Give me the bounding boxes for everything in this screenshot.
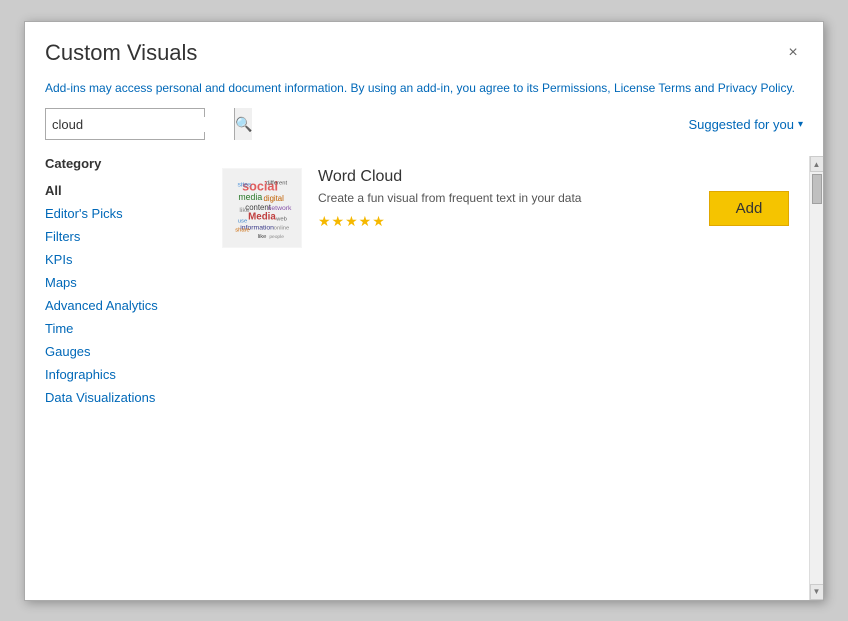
close-button[interactable]: × — [783, 43, 803, 63]
scroll-up-button[interactable]: ▲ — [810, 156, 824, 172]
svg-text:like: like — [258, 235, 267, 241]
scrollbar: ▲ ▼ — [809, 156, 823, 599]
sidebar-item-advanced-analytics[interactable]: Advanced Analytics — [45, 294, 198, 317]
sidebar-item-gauges[interactable]: Gauges — [45, 340, 198, 363]
suggested-for-you-button[interactable]: Suggested for you ▾ — [688, 117, 803, 132]
sidebar-item-time[interactable]: Time — [45, 317, 198, 340]
search-box: 🔍 — [45, 108, 205, 140]
suggested-label: Suggested for you — [688, 117, 794, 132]
svg-text:sites: sites — [237, 182, 252, 189]
svg-text:people: people — [269, 235, 284, 241]
sidebar-item-data-visualizations[interactable]: Data Visualizations — [45, 386, 198, 409]
sidebar: Category All Editor's Picks Filters KPIs… — [45, 156, 210, 599]
sidebar-item-filters[interactable]: Filters — [45, 225, 198, 248]
title-bar: Custom Visuals × — [25, 22, 823, 74]
svg-text:online: online — [274, 226, 290, 232]
results-area: social sites different media digital con… — [210, 156, 809, 599]
star-rating: ★★★★★ — [318, 213, 693, 230]
search-input[interactable] — [46, 117, 234, 132]
custom-visuals-dialog: Custom Visuals × Add-ins may access pers… — [24, 21, 824, 601]
chevron-down-icon: ▾ — [798, 119, 803, 130]
info-bar: Add-ins may access personal and document… — [25, 74, 823, 109]
add-button[interactable]: Add — [709, 191, 789, 226]
svg-text:digital: digital — [264, 194, 285, 203]
category-label: Category — [45, 156, 198, 171]
sidebar-item-maps[interactable]: Maps — [45, 271, 198, 294]
main-content: Category All Editor's Picks Filters KPIs… — [25, 156, 809, 599]
visual-name: Word Cloud — [318, 168, 693, 186]
scroll-down-button[interactable]: ▼ — [810, 584, 824, 600]
table-row: social sites different media digital con… — [210, 156, 805, 260]
dialog-title: Custom Visuals — [45, 40, 197, 66]
scrollbar-thumb[interactable] — [812, 174, 822, 204]
search-button[interactable]: 🔍 — [234, 108, 252, 140]
sidebar-item-infographics[interactable]: Infographics — [45, 363, 198, 386]
info-text: Add-ins may access personal and document… — [45, 81, 795, 95]
svg-text:different: different — [266, 181, 287, 187]
sidebar-item-editors-picks[interactable]: Editor's Picks — [45, 202, 198, 225]
word-cloud-image: social sites different media digital con… — [223, 169, 301, 247]
content-area: Category All Editor's Picks Filters KPIs… — [25, 156, 823, 599]
search-filter-row: 🔍 Suggested for you ▾ — [25, 108, 823, 156]
svg-text:web: web — [275, 217, 287, 223]
svg-text:media: media — [238, 192, 262, 202]
svg-text:share: share — [235, 228, 250, 234]
visual-description: Create a fun visual from frequent text i… — [318, 190, 693, 207]
sidebar-item-kpis[interactable]: KPIs — [45, 248, 198, 271]
svg-text:Media: Media — [248, 212, 276, 223]
visual-info: Word Cloud Create a fun visual from freq… — [318, 168, 693, 230]
visual-thumbnail: social sites different media digital con… — [222, 168, 302, 248]
sidebar-item-all[interactable]: All — [45, 179, 198, 202]
